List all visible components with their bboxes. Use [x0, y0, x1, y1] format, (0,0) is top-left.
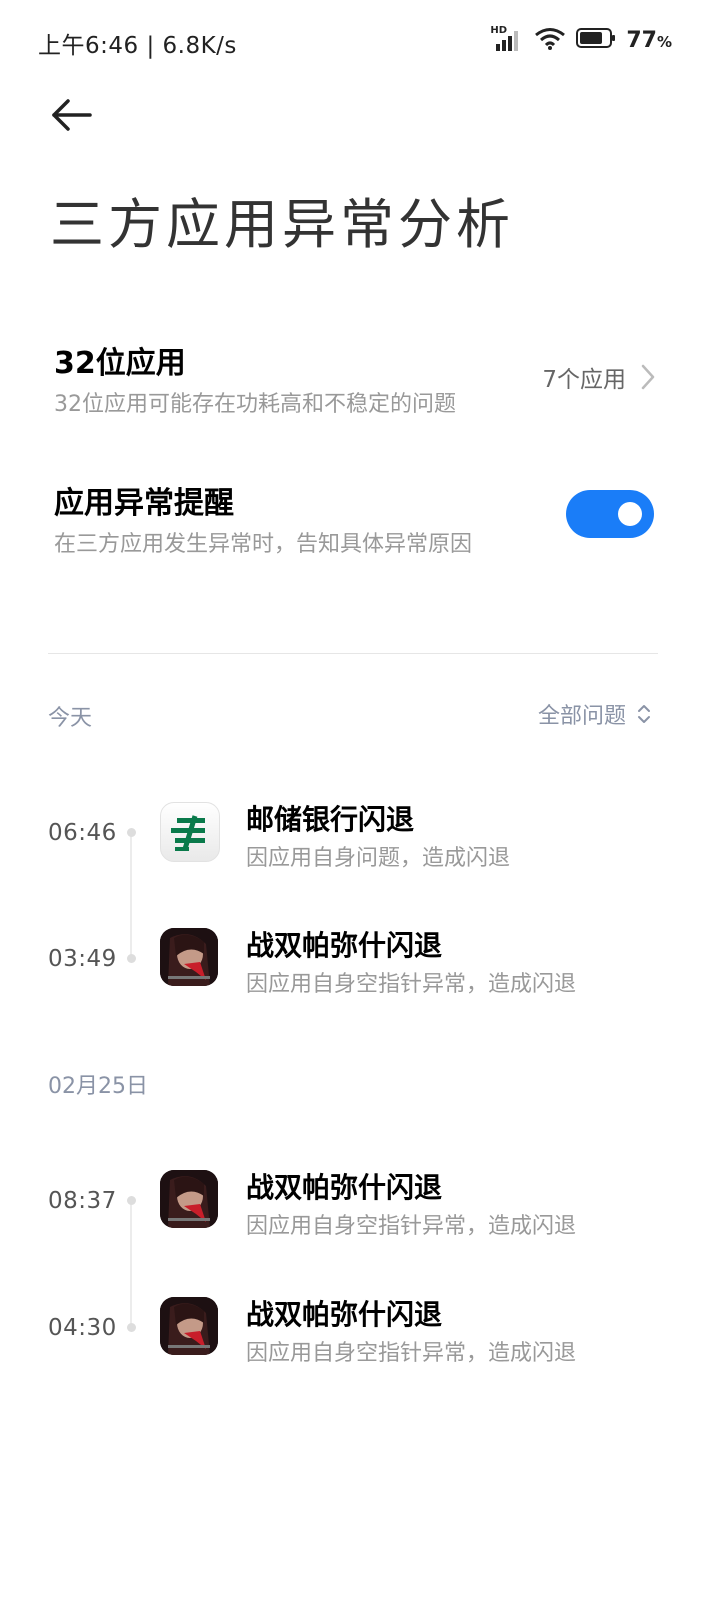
page-title: 三方应用异常分析 [50, 193, 514, 256]
bit32-count: 7个应用 [542, 367, 626, 393]
item-title: 战双帕弥什闪退 [246, 1298, 443, 1331]
item-title: 邮储银行闪退 [246, 803, 415, 836]
punishing-game-icon [160, 928, 218, 986]
back-arrow-icon [52, 99, 92, 131]
sort-chevron-icon [638, 705, 650, 723]
punishing-game-icon [160, 1297, 218, 1355]
divider [48, 653, 658, 654]
chevron-right-icon [641, 364, 655, 390]
bit32-title: 32位应用 [54, 346, 186, 381]
filter-dropdown[interactable]: 全部问题 [538, 698, 652, 730]
group-date-label: 今天 [48, 706, 93, 731]
timeline-dot [127, 828, 136, 837]
alert-subtitle: 在三方应用发生异常时，告知具体异常原因 [54, 532, 473, 557]
list-item[interactable]: 06:46 邮储银行闪退 因应用自身问题，造成闪退 [0, 790, 720, 880]
item-time: 06:46 [48, 820, 117, 846]
battery-percent: 77% [626, 27, 672, 53]
signal-icon: HD [490, 25, 524, 52]
bit32-subtitle: 32位应用可能存在功耗高和不稳定的问题 [54, 392, 456, 417]
item-time: 03:49 [48, 946, 117, 972]
timeline-dot [127, 1323, 136, 1332]
list-item[interactable]: 04:30 战双帕弥什闪退 因应用自身空指针异常，造成闪退 [0, 1285, 720, 1375]
list-item[interactable]: 08:37 战双帕弥什闪退 因应用自身空指针异常，造成闪退 [0, 1158, 720, 1248]
item-subtitle: 因应用自身空指针异常，造成闪退 [246, 1341, 577, 1366]
item-subtitle: 因应用自身空指针异常，造成闪退 [246, 972, 577, 997]
item-subtitle: 因应用自身问题，造成闪退 [246, 846, 511, 871]
timeline-dot [127, 954, 136, 963]
item-title: 战双帕弥什闪退 [246, 1171, 443, 1204]
status-time-speed: 上午6:46 | 6.8K/s [38, 33, 237, 59]
back-button[interactable] [46, 92, 96, 138]
filter-label: 全部问题 [537, 704, 626, 729]
item-time: 04:30 [48, 1315, 117, 1341]
bit32-count-link[interactable]: 7个应用 [542, 360, 656, 394]
alert-toggle[interactable] [566, 490, 654, 538]
alert-title: 应用异常提醒 [54, 486, 234, 521]
list-item[interactable]: 03:49 战双帕弥什闪退 因应用自身空指针异常，造成闪退 [0, 916, 720, 1006]
item-time: 08:37 [48, 1188, 117, 1214]
status-icons: HD 77% [490, 25, 672, 54]
postal-bank-icon [160, 802, 220, 862]
wifi-icon [534, 26, 566, 54]
item-title: 战双帕弥什闪退 [246, 929, 443, 962]
battery-icon [576, 27, 616, 53]
toggle-knob [618, 502, 642, 526]
item-subtitle: 因应用自身空指针异常，造成闪退 [246, 1214, 577, 1239]
punishing-game-icon [160, 1170, 218, 1228]
group-date-label: 02月25日 [48, 1074, 148, 1099]
timeline-dot [127, 1196, 136, 1205]
